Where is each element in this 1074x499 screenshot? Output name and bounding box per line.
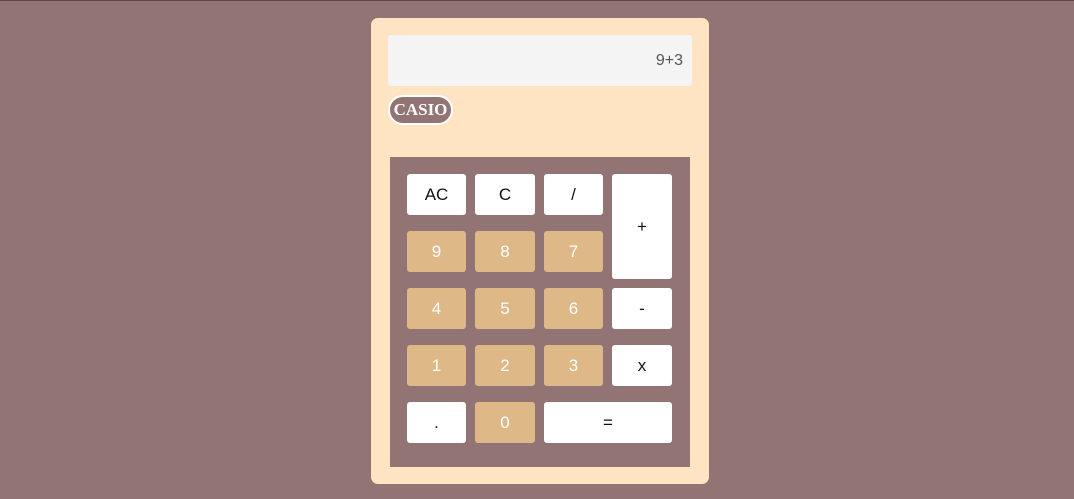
- digit-2-button[interactable]: 2: [475, 345, 535, 386]
- plus-button[interactable]: +: [612, 174, 672, 279]
- calculator-body: 9+3 CASIO AC C / + 9 8 7 4 5 6 - 1 2 3 x…: [371, 18, 709, 484]
- brand-label: CASIO: [393, 100, 448, 119]
- equals-button[interactable]: =: [544, 402, 672, 443]
- clear-button[interactable]: C: [475, 174, 535, 215]
- multiply-button[interactable]: x: [612, 345, 672, 386]
- digit-7-button[interactable]: 7: [544, 231, 603, 272]
- top-border: [0, 0, 1074, 1]
- digit-3-button[interactable]: 3: [544, 345, 603, 386]
- digit-5-button[interactable]: 5: [475, 288, 535, 329]
- digit-4-button[interactable]: 4: [407, 288, 466, 329]
- digit-9-button[interactable]: 9: [407, 231, 466, 272]
- decimal-point-button[interactable]: .: [407, 402, 466, 443]
- keypad: AC C / + 9 8 7 4 5 6 - 1 2 3 x . 0 =: [390, 157, 690, 467]
- digit-1-button[interactable]: 1: [407, 345, 466, 386]
- calculator-display: 9+3: [388, 35, 692, 86]
- digit-0-button[interactable]: 0: [475, 402, 535, 443]
- minus-button[interactable]: -: [612, 288, 672, 329]
- digit-6-button[interactable]: 6: [544, 288, 603, 329]
- digit-8-button[interactable]: 8: [475, 231, 535, 272]
- all-clear-button[interactable]: AC: [407, 174, 466, 215]
- divide-button[interactable]: /: [544, 174, 603, 215]
- display-value: 9+3: [655, 51, 683, 69]
- brand-logo: CASIO: [388, 95, 453, 125]
